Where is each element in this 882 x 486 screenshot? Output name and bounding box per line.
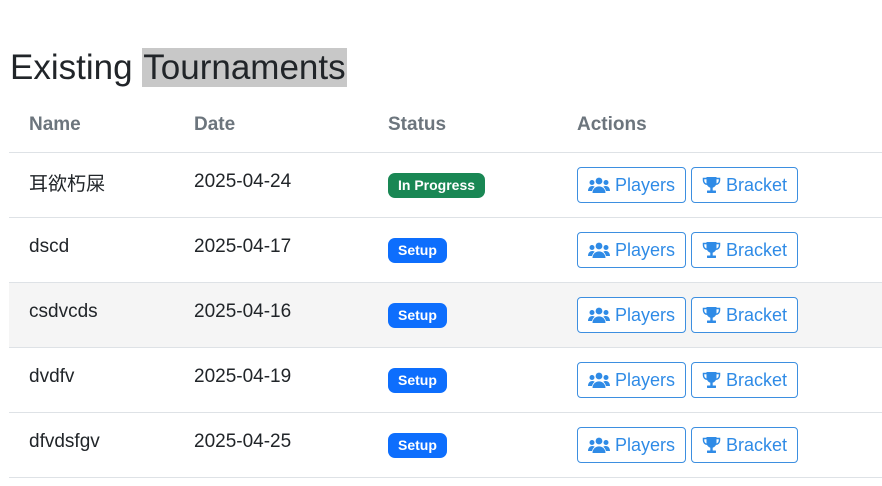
header-actions: Actions — [557, 98, 882, 153]
bracket-button[interactable]: Bracket — [691, 427, 799, 463]
bracket-button-label: Bracket — [726, 434, 788, 455]
trophy-icon — [702, 306, 721, 324]
players-button-label: Players — [615, 239, 676, 260]
status-badge: Setup — [388, 302, 447, 328]
tournament-name: dscd — [9, 217, 174, 283]
players-button-label: Players — [615, 174, 676, 195]
actions-cell: Players Bracket — [557, 347, 882, 413]
tournament-date: 2025-04-17 — [174, 217, 368, 283]
status-cell: Setup — [368, 412, 557, 478]
bracket-button[interactable]: Bracket — [691, 297, 799, 333]
bracket-button[interactable]: Bracket — [691, 232, 799, 268]
table-row: dvdfv 2025-04-19 Setup Players Bracket — [9, 347, 882, 413]
players-button-label: Players — [615, 304, 676, 325]
status-badge: Setup — [388, 432, 447, 458]
status-cell: Setup — [368, 347, 557, 413]
tournament-name: dvdfv — [9, 347, 174, 413]
users-icon — [588, 437, 610, 454]
header-date: Date — [174, 98, 368, 153]
actions-cell: Players Bracket — [557, 217, 882, 283]
bracket-button-label: Bracket — [726, 174, 788, 195]
table-header-row: Name Date Status Actions — [9, 98, 882, 153]
page-title: Existing Tournaments — [10, 47, 347, 89]
users-icon — [588, 307, 610, 324]
bracket-button-label: Bracket — [726, 304, 788, 325]
table-row: csdvcds 2025-04-16 Setup Players Bracket — [9, 282, 882, 348]
bracket-button[interactable]: Bracket — [691, 362, 799, 398]
players-button-label: Players — [615, 434, 676, 455]
tournament-date: 2025-04-16 — [174, 282, 368, 348]
players-button[interactable]: Players — [577, 362, 687, 398]
users-icon — [588, 242, 610, 259]
trophy-icon — [702, 241, 721, 259]
table-row: dfvdsfgv 2025-04-25 Setup Players Bracke… — [9, 412, 882, 478]
players-button[interactable]: Players — [577, 167, 687, 203]
table-row: dscd 2025-04-17 Setup Players Bracket — [9, 217, 882, 283]
users-icon — [588, 372, 610, 389]
trophy-icon — [702, 176, 721, 194]
status-cell: Setup — [368, 217, 557, 283]
trophy-icon — [702, 436, 721, 454]
page-title-prefix: Existing — [10, 48, 143, 87]
bracket-button-label: Bracket — [726, 369, 788, 390]
actions-cell: Players Bracket — [557, 152, 882, 218]
status-badge: Setup — [388, 237, 447, 263]
actions-cell: Players Bracket — [557, 282, 882, 348]
header-status: Status — [368, 98, 557, 153]
users-icon — [588, 177, 610, 194]
status-badge: Setup — [388, 367, 447, 393]
page: Existing Tournaments Name Date Status Ac… — [0, 0, 882, 486]
players-button[interactable]: Players — [577, 427, 687, 463]
bracket-button-label: Bracket — [726, 239, 788, 260]
status-badge: In Progress — [388, 172, 486, 198]
header-name: Name — [9, 98, 174, 153]
status-cell: In Progress — [368, 152, 557, 218]
tournament-date: 2025-04-24 — [174, 152, 368, 218]
tournament-date: 2025-04-19 — [174, 347, 368, 413]
players-button-label: Players — [615, 369, 676, 390]
bracket-button[interactable]: Bracket — [691, 167, 799, 203]
tournaments-table: Name Date Status Actions 耳欲朽屎 2025-04-24… — [9, 98, 882, 478]
players-button[interactable]: Players — [577, 232, 687, 268]
tournament-name: 耳欲朽屎 — [9, 152, 174, 218]
trophy-icon — [702, 371, 721, 389]
tournament-name: dfvdsfgv — [9, 412, 174, 478]
page-title-highlight: Tournaments — [142, 48, 347, 87]
table-row: 耳欲朽屎 2025-04-24 In Progress Players Brac… — [9, 152, 882, 218]
players-button[interactable]: Players — [577, 297, 687, 333]
status-cell: Setup — [368, 282, 557, 348]
tournament-date: 2025-04-25 — [174, 412, 368, 478]
actions-cell: Players Bracket — [557, 412, 882, 478]
tournament-name: csdvcds — [9, 282, 174, 348]
